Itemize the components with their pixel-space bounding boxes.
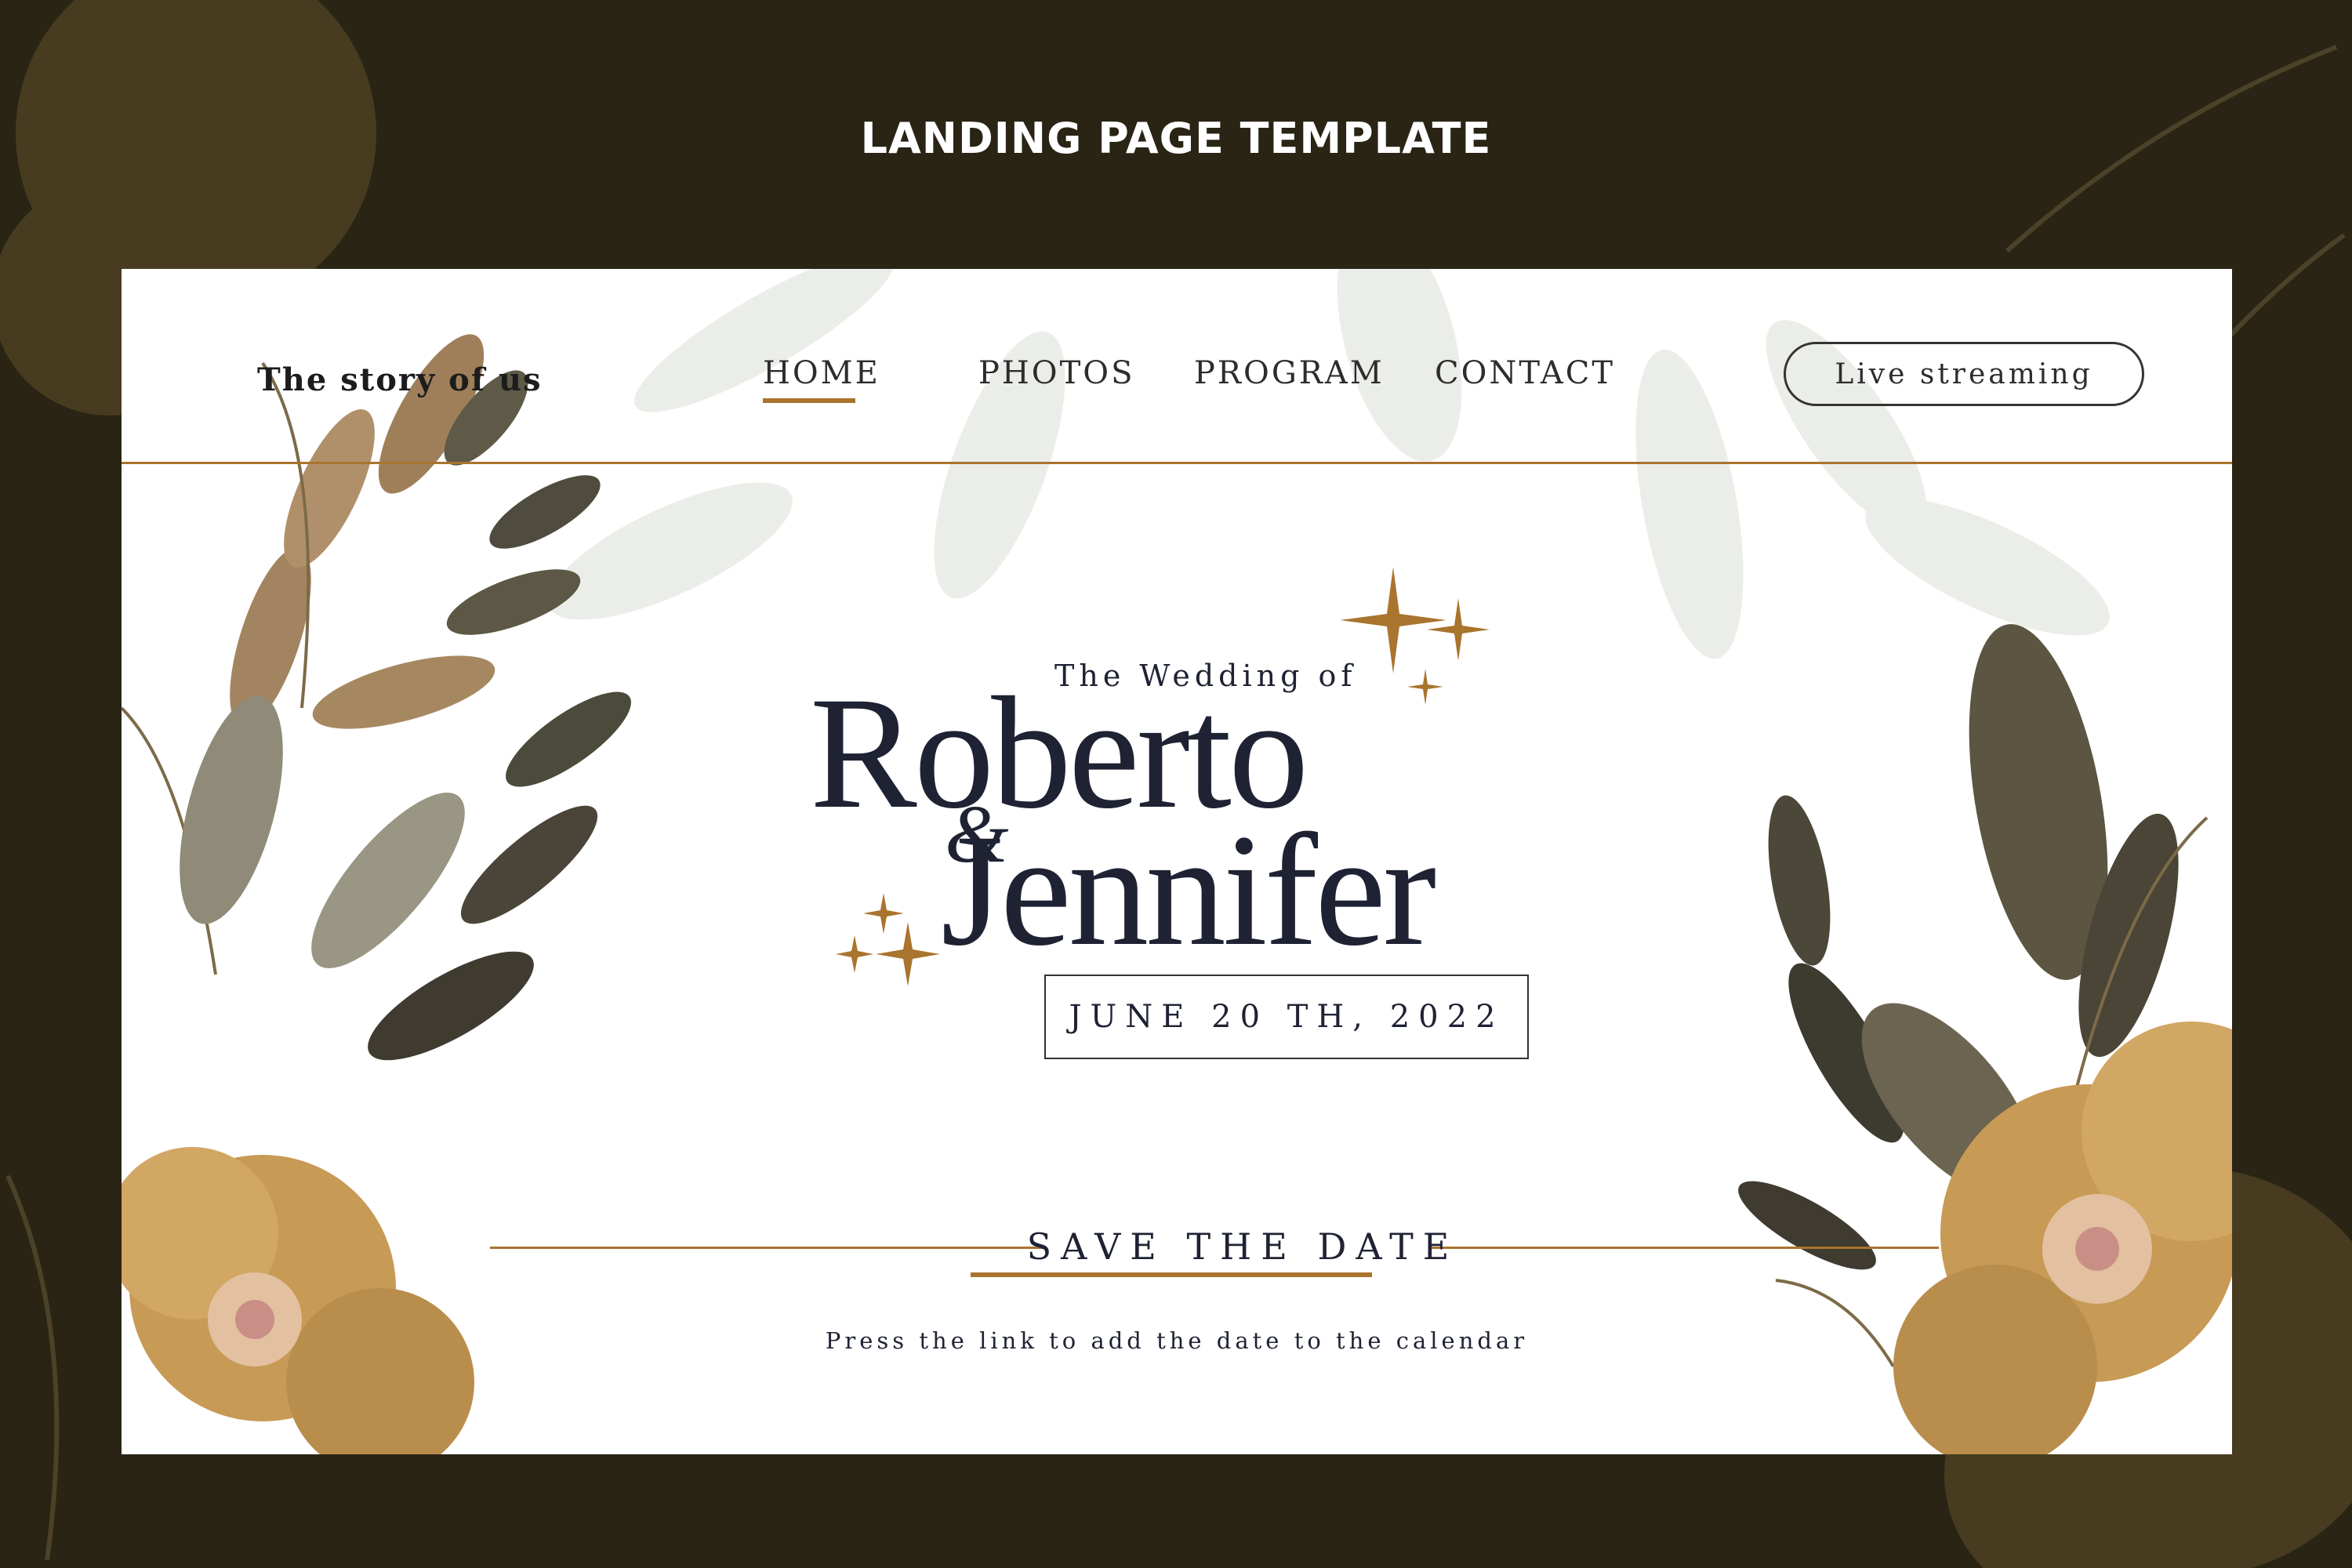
save-the-date-underline — [971, 1272, 1372, 1277]
brand-title[interactable]: The story of us — [257, 361, 543, 398]
save-the-date-link[interactable]: SAVE THE DATE — [968, 1225, 1517, 1268]
frame-title: LANDING PAGE TEMPLATE — [860, 114, 1492, 163]
landing-page: The story of us HOME PHOTOS PROGRAM CONT… — [122, 269, 2232, 1454]
nav-active-indicator — [763, 398, 855, 403]
live-streaming-button[interactable]: Live streaming — [1784, 342, 2144, 406]
save-date-rule-left — [490, 1247, 1047, 1249]
nav-program[interactable]: PROGRAM — [1194, 355, 1385, 391]
header-divider — [122, 462, 2232, 464]
wedding-date: JUNE 20 TH, 2022 — [1044, 975, 1529, 1059]
nav-photos[interactable]: PHOTOS — [978, 355, 1134, 391]
nav-home[interactable]: HOME — [763, 355, 880, 391]
nav-contact[interactable]: CONTACT — [1435, 355, 1615, 391]
bride-name: Jennifer — [941, 801, 1436, 979]
save-the-date-hint: Press the link to add the date to the ca… — [825, 1327, 1529, 1354]
